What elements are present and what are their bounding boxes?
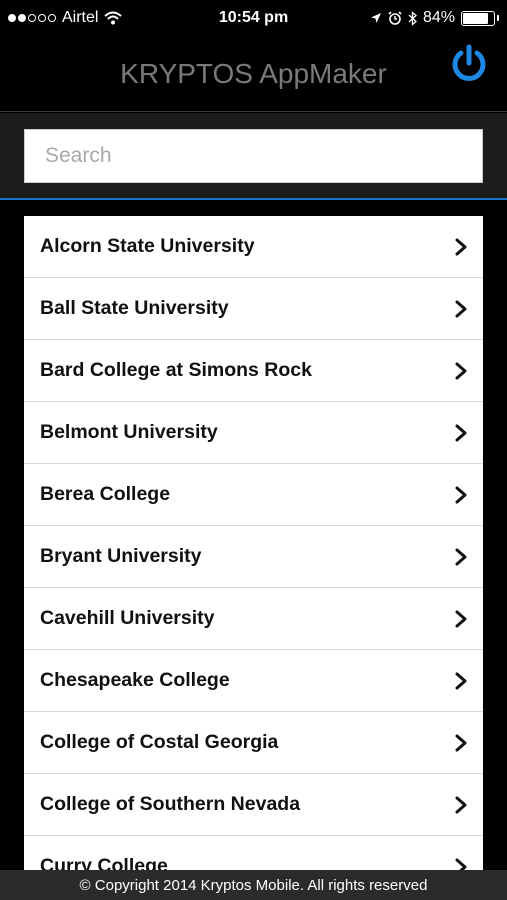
list-item[interactable]: Belmont University bbox=[24, 402, 483, 464]
list-item[interactable]: Bard College at Simons Rock bbox=[24, 340, 483, 402]
list-item-label: Cavehill University bbox=[40, 607, 215, 629]
list-item[interactable]: Alcorn State University bbox=[24, 216, 483, 278]
list-item-label: Chesapeake College bbox=[40, 669, 230, 691]
chevron-right-icon bbox=[455, 362, 467, 379]
chevron-right-icon bbox=[455, 858, 467, 870]
status-right: 84% bbox=[370, 9, 499, 27]
chevron-right-icon bbox=[455, 486, 467, 503]
carrier-name: Airtel bbox=[62, 9, 99, 26]
list-item-label: College of Southern Nevada bbox=[40, 793, 301, 815]
chevron-right-icon bbox=[455, 238, 467, 255]
list-item[interactable]: Bryant University bbox=[24, 526, 483, 588]
list-item-label: Belmont University bbox=[40, 421, 218, 443]
chevron-right-icon bbox=[455, 548, 467, 565]
college-list-container: Alcorn State University Ball State Univer… bbox=[0, 202, 507, 870]
bluetooth-icon bbox=[408, 10, 417, 26]
list-item[interactable]: Chesapeake College bbox=[24, 650, 483, 712]
list-item[interactable]: Berea College bbox=[24, 464, 483, 526]
status-left: Airtel bbox=[8, 9, 123, 27]
status-bar: Airtel 10:54 pm 84% bbox=[0, 0, 507, 36]
list-item[interactable]: College of Southern Nevada bbox=[24, 774, 483, 836]
location-arrow-icon bbox=[370, 13, 381, 23]
app-title: KRYPTOS AppMaker bbox=[120, 58, 387, 89]
power-button[interactable] bbox=[447, 42, 491, 86]
chevron-right-icon bbox=[455, 300, 467, 317]
list-item-label: Berea College bbox=[40, 483, 171, 505]
power-icon bbox=[452, 44, 486, 81]
chevron-right-icon bbox=[455, 796, 467, 813]
list-item-label: Bard College at Simons Rock bbox=[40, 359, 312, 381]
list-item-label: Alcorn State University bbox=[40, 235, 255, 257]
search-bar bbox=[0, 113, 507, 200]
battery-icon bbox=[461, 10, 499, 26]
search-input[interactable] bbox=[24, 129, 483, 183]
college-list: Alcorn State University Ball State Univer… bbox=[24, 216, 483, 870]
list-item[interactable]: Ball State University bbox=[24, 278, 483, 340]
battery-percentage: 84% bbox=[422, 9, 455, 26]
chevron-right-icon bbox=[455, 424, 467, 441]
list-item[interactable]: Curry College bbox=[24, 836, 483, 870]
footer-copyright: © Copyright 2014 Kryptos Mobile. All rig… bbox=[0, 870, 507, 900]
list-item-label: Ball State University bbox=[40, 297, 229, 319]
signal-strength-icon bbox=[8, 14, 56, 22]
list-item[interactable]: Cavehill University bbox=[24, 588, 483, 650]
list-item-label: Bryant University bbox=[40, 545, 202, 567]
list-item[interactable]: College of Costal Georgia bbox=[24, 712, 483, 774]
list-item-label: College of Costal Georgia bbox=[40, 731, 279, 753]
chevron-right-icon bbox=[455, 610, 467, 627]
alarm-clock-icon bbox=[388, 11, 402, 25]
app-header: KRYPTOS AppMaker bbox=[0, 36, 507, 112]
wifi-icon bbox=[104, 11, 123, 25]
list-item-label: Curry College bbox=[40, 855, 168, 870]
chevron-right-icon bbox=[455, 672, 467, 689]
chevron-right-icon bbox=[455, 734, 467, 751]
